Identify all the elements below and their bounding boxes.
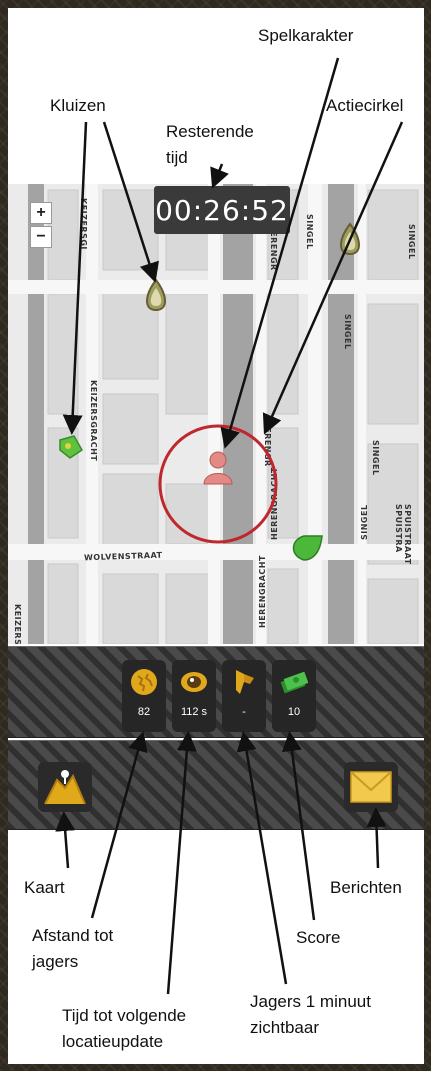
- label-jagers-line2: zichtbaar: [250, 1018, 319, 1037]
- stats-bar: [8, 646, 424, 738]
- map-button[interactable]: [38, 762, 92, 812]
- stat-value: -: [242, 706, 246, 718]
- stat-hunters-visible: -: [222, 660, 266, 732]
- binoculars-icon: [236, 670, 254, 694]
- messages-button[interactable]: [344, 762, 398, 812]
- label-resterende-tijd-line2: tijd: [166, 148, 188, 167]
- stat-value: 82: [137, 706, 151, 718]
- remaining-time: 00:26:52: [154, 186, 290, 234]
- label-kaart: Kaart: [24, 878, 65, 897]
- player-character: [203, 451, 233, 485]
- safe-marker-1: [146, 278, 166, 312]
- safe-marker-2: [340, 222, 360, 256]
- map-icon: [44, 770, 86, 805]
- label-afstand-line1: Afstand tot: [32, 926, 114, 945]
- label-berichten: Berichten: [330, 878, 402, 897]
- label-afstand-line2: jagers: [32, 952, 79, 971]
- globe-icon: [131, 669, 157, 695]
- safe-marker-4: [292, 535, 323, 561]
- map-markers: [59, 222, 360, 561]
- safe-marker-3: [59, 435, 83, 459]
- envelope-icon: [350, 771, 392, 803]
- stat-value: 112 s: [180, 706, 208, 718]
- stat-value: 10: [287, 706, 301, 718]
- label-tijd-line2: locatieupdate: [62, 1032, 164, 1051]
- label-tijd-line1: Tijd tot volgende: [62, 1006, 187, 1025]
- stat-score: 10: [272, 660, 316, 732]
- label-jagers-line1: Jagers 1 minuut: [250, 992, 371, 1011]
- label-score: Score: [296, 928, 341, 947]
- money-icon: [280, 671, 308, 694]
- label-spelkarakter: Spelkarakter: [258, 26, 354, 45]
- game-map[interactable]: + − KEIZERSGI KEIZERSGRACHT KEIZERSGRACH…: [8, 184, 424, 644]
- label-resterende-tijd-line1: Resterende: [166, 122, 254, 141]
- stat-location-update: 112 s: [172, 660, 216, 732]
- label-kluizen: Kluizen: [50, 96, 106, 115]
- eye-icon: [181, 672, 207, 692]
- label-actiecirkel: Actiecirkel: [326, 96, 404, 115]
- stat-distance-to-hunters: 82: [122, 660, 166, 732]
